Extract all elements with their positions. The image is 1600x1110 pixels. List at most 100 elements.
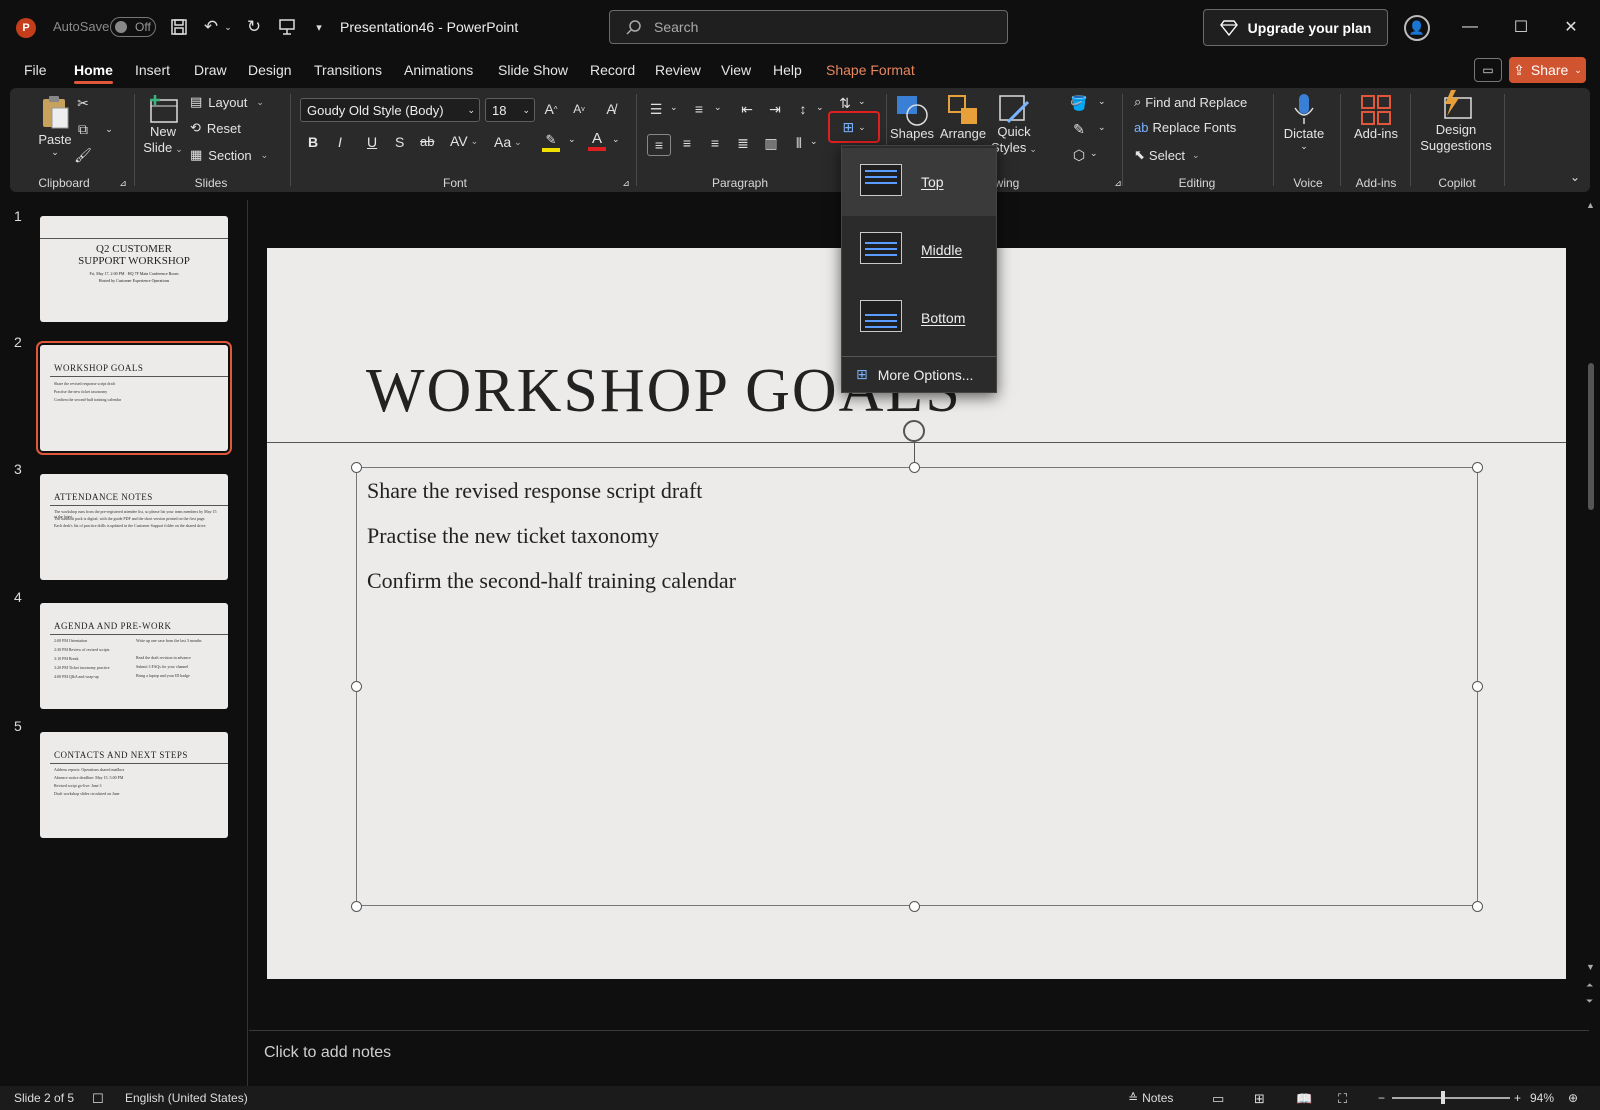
layout-button[interactable]: ▤ Layout ⌄ xyxy=(190,94,264,110)
align-center-icon[interactable]: ≡ xyxy=(678,134,696,152)
notes-toggle[interactable]: ≙ Notes xyxy=(1128,1091,1173,1105)
reading-view-icon[interactable]: 📖 xyxy=(1296,1091,1312,1107)
tab-transitions[interactable]: Transitions xyxy=(314,62,382,78)
tab-view[interactable]: View xyxy=(721,62,751,78)
design-suggestions-button[interactable]: Design Suggestions xyxy=(1416,90,1496,154)
bold-button[interactable]: B xyxy=(308,134,318,150)
columns-icon[interactable]: ⫴ xyxy=(790,134,808,152)
replace-fonts-button[interactable]: ab Replace Fonts xyxy=(1134,120,1236,135)
highlight-color-button[interactable]: ✎ xyxy=(542,132,560,152)
align-bottom-option[interactable]: Bottom xyxy=(842,284,996,352)
resize-handle[interactable] xyxy=(1472,901,1483,912)
shadow-button[interactable]: S xyxy=(395,134,404,150)
tab-review[interactable]: Review xyxy=(655,62,701,78)
new-slide-button[interactable]: New Slide ⌄ xyxy=(140,94,186,157)
bullet-item[interactable]: Share the revised response script draft xyxy=(367,478,702,504)
tab-record[interactable]: Record xyxy=(590,62,635,78)
bullet-item[interactable]: Confirm the second-half training calenda… xyxy=(367,568,736,594)
slide-sorter-icon[interactable]: ⊞ xyxy=(1254,1091,1265,1107)
distributed-icon[interactable]: ▥ xyxy=(762,134,780,152)
language-status[interactable]: English (United States) xyxy=(125,1091,248,1105)
chevron-down-icon[interactable]: ⌄ xyxy=(612,134,620,145)
shrink-font-icon[interactable]: Av xyxy=(570,100,588,118)
dictate-button[interactable]: Dictate ⌄ xyxy=(1280,92,1328,152)
account-avatar-icon[interactable]: 👤 xyxy=(1404,15,1430,41)
customize-qat-icon[interactable]: ▾ xyxy=(308,16,330,38)
share-button[interactable]: ⇪ Share ⌄ xyxy=(1509,57,1586,83)
tab-design[interactable]: Design xyxy=(248,62,292,78)
maximize-icon[interactable]: ☐ xyxy=(1506,14,1536,40)
chevron-down-icon[interactable]: ⌄ xyxy=(1098,96,1106,107)
underline-button[interactable]: U xyxy=(367,134,377,150)
text-direction-icon[interactable]: ⇅ xyxy=(836,94,854,112)
decrease-indent-icon[interactable]: ⇤ xyxy=(738,100,756,118)
increase-indent-icon[interactable]: ⇥ xyxy=(766,100,784,118)
resize-handle[interactable] xyxy=(1472,462,1483,473)
tab-insert[interactable]: Insert xyxy=(135,62,170,78)
scroll-down-icon[interactable]: ▼ xyxy=(1586,962,1595,972)
previous-slide-icon[interactable]: ⏶ xyxy=(1586,980,1593,991)
more-options-item[interactable]: ⊞ More Options... xyxy=(856,366,973,383)
resize-handle[interactable] xyxy=(909,901,920,912)
zoom-in-icon[interactable]: + xyxy=(1514,1091,1521,1105)
normal-view-icon[interactable]: ▭ xyxy=(1212,1091,1224,1107)
resize-handle[interactable] xyxy=(351,901,362,912)
copy-icon[interactable]: ⧉ xyxy=(74,120,92,138)
format-painter-icon[interactable]: 🖌 xyxy=(74,146,92,164)
slide-thumbnail-4[interactable]: AGENDA AND PRE-WORK 2:00 PM Orientation … xyxy=(40,603,228,709)
align-top-option[interactable]: Top xyxy=(842,148,996,216)
resize-handle[interactable] xyxy=(909,462,920,473)
slide-thumbnail-2[interactable]: WORKSHOP GOALS Share the revised respons… xyxy=(36,341,232,455)
slide-thumbnail-3[interactable]: ATTENDANCE NOTES The workshop runs from … xyxy=(40,474,228,580)
next-slide-icon[interactable]: ⏷ xyxy=(1586,996,1593,1007)
align-text-button[interactable]: ⊞ ⌄ xyxy=(828,111,880,143)
arrange-button[interactable]: Arrange xyxy=(940,94,986,141)
slide-thumbnail-5[interactable]: CONTACTS AND NEXT STEPS Address reports:… xyxy=(40,732,228,838)
add-ins-button[interactable]: Add-ins xyxy=(1348,94,1404,141)
section-button[interactable]: ▦ Section ⌄ xyxy=(190,147,268,163)
accessibility-icon[interactable]: ☐ xyxy=(92,1091,104,1107)
present-from-start-icon[interactable] xyxy=(276,16,298,38)
upgrade-plan-button[interactable]: Upgrade your plan xyxy=(1203,9,1388,46)
cut-icon[interactable]: ✂ xyxy=(74,94,92,112)
resize-handle[interactable] xyxy=(1472,681,1483,692)
autosave-toggle[interactable]: Off xyxy=(110,17,156,37)
tab-home[interactable]: Home xyxy=(74,62,113,84)
align-left-icon[interactable]: ≡ xyxy=(647,134,671,156)
character-spacing-button[interactable]: AV ⌄ xyxy=(450,133,478,149)
scrollbar-thumb[interactable] xyxy=(1588,363,1594,510)
undo-icon[interactable]: ↶ xyxy=(200,16,222,38)
chevron-down-icon[interactable]: ⌄ xyxy=(816,102,824,113)
strikethrough-button[interactable]: ab xyxy=(420,134,434,149)
grow-font-icon[interactable]: A ^ xyxy=(542,100,560,118)
italic-button[interactable]: I xyxy=(338,134,342,150)
fit-to-window-icon[interactable]: ⊕ xyxy=(1568,1091,1578,1105)
rotate-handle-icon[interactable] xyxy=(903,420,925,442)
tab-draw[interactable]: Draw xyxy=(194,62,227,78)
chevron-down-icon[interactable]: ⌄ xyxy=(1090,148,1098,159)
slideshow-view-icon[interactable]: ⛶ xyxy=(1338,1091,1347,1107)
chevron-down-icon[interactable]: ⌄ xyxy=(1098,122,1106,133)
save-icon[interactable] xyxy=(168,16,190,38)
redo-icon[interactable]: ↻ xyxy=(243,16,265,38)
shape-outline-icon[interactable]: ✎ xyxy=(1070,120,1088,138)
chevron-down-icon[interactable]: ⌄ xyxy=(714,102,722,113)
align-right-icon[interactable]: ≡ xyxy=(706,134,724,152)
slide-thumbnail-1[interactable]: Q2 CUSTOMER SUPPORT WORKSHOP Fri, May 17,… xyxy=(40,216,228,322)
shape-effects-icon[interactable]: ⬡ xyxy=(1070,146,1088,164)
dialog-launcher-icon[interactable]: ⊿ xyxy=(114,174,132,192)
notes-pane[interactable]: Click to add notes xyxy=(249,1030,1589,1084)
minimize-icon[interactable]: — xyxy=(1455,14,1485,40)
chevron-down-icon[interactable]: ⌄ xyxy=(670,102,678,113)
content-placeholder[interactable]: Share the revised response script draft … xyxy=(356,467,1478,906)
paste-button[interactable]: Paste ⌄ xyxy=(30,94,80,158)
ribbon-collapse-icon[interactable]: ⌄ xyxy=(1566,168,1584,186)
zoom-out-icon[interactable]: − xyxy=(1378,1091,1385,1105)
font-size-select[interactable]: 18 ⌄ xyxy=(485,98,535,122)
tab-help[interactable]: Help xyxy=(773,62,802,78)
select-button[interactable]: ⬉ Select ⌄ xyxy=(1134,147,1200,163)
copy-dropdown-icon[interactable]: ⌄ xyxy=(100,120,118,138)
justify-icon[interactable]: ≣ xyxy=(734,134,752,152)
comments-icon[interactable]: ▭ xyxy=(1474,58,1502,82)
tab-shape-format[interactable]: Shape Format xyxy=(826,62,915,78)
